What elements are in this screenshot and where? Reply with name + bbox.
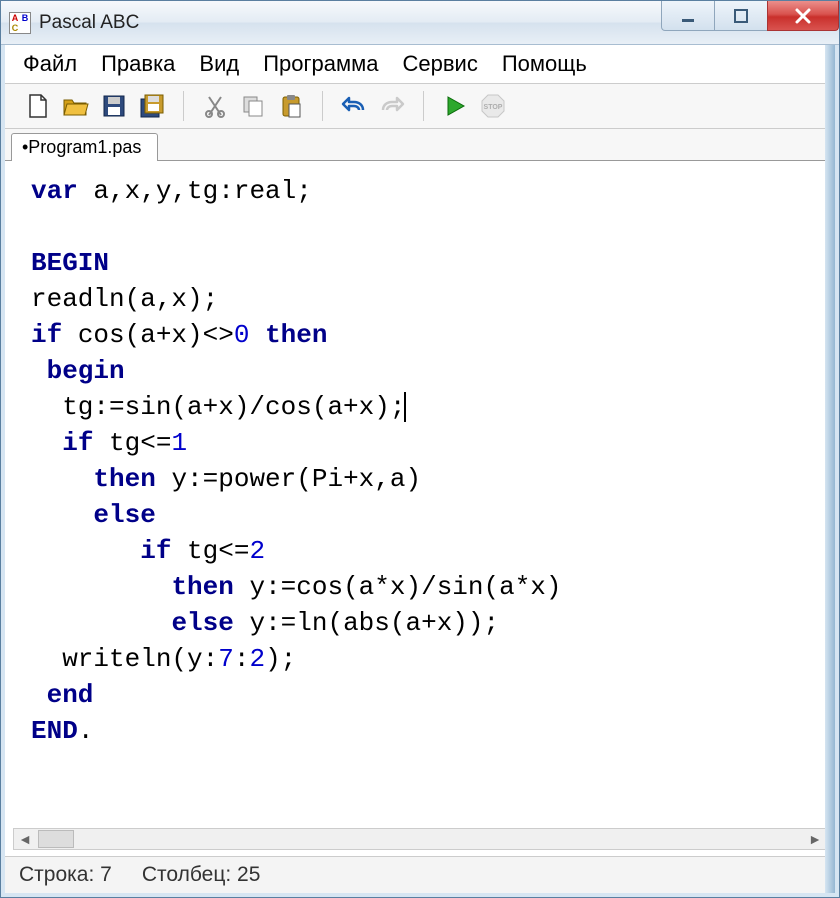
paste-icon xyxy=(279,94,303,118)
statusbar: Строка: 7 Столбец: 25 xyxy=(5,856,835,893)
menu-view[interactable]: Вид xyxy=(199,51,239,77)
code-text: cos(a+x)<> xyxy=(62,320,234,350)
undo-icon xyxy=(341,96,367,116)
code-keyword: END xyxy=(31,716,78,746)
scroll-left-icon[interactable]: ◄ xyxy=(14,829,36,849)
text-cursor xyxy=(404,392,406,422)
toolbar-separator xyxy=(183,91,184,121)
horizontal-scrollbar[interactable]: ◄ ► xyxy=(13,828,827,850)
window-border-right xyxy=(825,45,835,893)
code-text: y:=cos(a*x)/sin(a*x) xyxy=(234,572,562,602)
svg-text:STOP: STOP xyxy=(484,104,503,111)
run-icon xyxy=(444,94,466,118)
close-icon xyxy=(794,7,812,25)
redo-icon xyxy=(379,96,405,116)
code-text: ); xyxy=(265,644,296,674)
code-number: 2 xyxy=(249,644,265,674)
tab-program1[interactable]: •Program1.pas xyxy=(11,133,158,161)
code-text xyxy=(31,464,93,494)
code-text: . xyxy=(78,716,94,746)
window-controls xyxy=(662,1,839,33)
editor-area: var a,x,y,tg:real; BEGIN readln(a,x); if… xyxy=(5,161,835,856)
toolbar-separator xyxy=(423,91,424,121)
code-number: 7 xyxy=(218,644,234,674)
copy-button[interactable] xyxy=(236,89,270,123)
open-button[interactable] xyxy=(59,89,93,123)
code-keyword: else xyxy=(93,500,155,530)
save-icon xyxy=(102,94,126,118)
code-text xyxy=(31,428,62,458)
cut-icon xyxy=(203,94,227,118)
code-text xyxy=(31,500,93,530)
menu-edit[interactable]: Правка xyxy=(101,51,175,77)
save-all-icon xyxy=(139,93,165,119)
code-keyword: if xyxy=(31,320,62,350)
code-text: tg<= xyxy=(171,536,249,566)
code-keyword: BEGIN xyxy=(31,248,109,278)
toolbar: STOP xyxy=(5,84,835,129)
code-text: readln(a,x); xyxy=(31,284,218,314)
client-area: Файл Правка Вид Программа Сервис Помощь xyxy=(1,45,839,897)
code-number: 1 xyxy=(171,428,187,458)
status-col-label: Столбец: xyxy=(142,863,231,887)
maximize-icon xyxy=(733,8,749,24)
save-all-button[interactable] xyxy=(135,89,169,123)
save-button[interactable] xyxy=(97,89,131,123)
code-number: 0 xyxy=(234,320,250,350)
code-text xyxy=(31,608,171,638)
status-row-label: Строка: xyxy=(19,863,94,887)
stop-button[interactable]: STOP xyxy=(476,89,510,123)
scrollbar-thumb[interactable] xyxy=(38,830,74,848)
code-keyword: else xyxy=(171,608,233,638)
code-keyword: then xyxy=(93,464,155,494)
code-keyword: then xyxy=(171,572,233,602)
undo-button[interactable] xyxy=(337,89,371,123)
stop-icon: STOP xyxy=(480,93,506,119)
menubar: Файл Правка Вид Программа Сервис Помощь xyxy=(5,45,835,84)
code-keyword: if xyxy=(140,536,171,566)
menu-file[interactable]: Файл xyxy=(23,51,77,77)
new-file-icon xyxy=(26,93,50,119)
app-icon: ABC xyxy=(9,12,31,34)
code-keyword: end xyxy=(31,680,93,710)
menu-program[interactable]: Программа xyxy=(263,51,378,77)
close-button[interactable] xyxy=(767,1,839,31)
code-keyword: var xyxy=(31,176,78,206)
code-text: : xyxy=(234,644,250,674)
code-keyword: then xyxy=(265,320,327,350)
menu-help[interactable]: Помощь xyxy=(502,51,587,77)
minimize-button[interactable] xyxy=(661,1,715,31)
code-text: tg:=sin(a+x)/cos(a+x); xyxy=(31,392,405,422)
menu-service[interactable]: Сервис xyxy=(403,51,478,77)
scroll-right-icon[interactable]: ► xyxy=(804,829,826,849)
paste-button[interactable] xyxy=(274,89,308,123)
code-keyword: if xyxy=(62,428,93,458)
code-text xyxy=(31,536,140,566)
open-folder-icon xyxy=(62,94,90,118)
toolbar-separator xyxy=(322,91,323,121)
run-button[interactable] xyxy=(438,89,472,123)
code-text: y:=ln(abs(a+x)); xyxy=(234,608,499,638)
window-title: Pascal ABC xyxy=(39,12,139,34)
code-number: 2 xyxy=(249,536,265,566)
minimize-icon xyxy=(680,8,696,24)
code-text: a,x,y,tg:real; xyxy=(78,176,312,206)
titlebar[interactable]: ABC Pascal ABC xyxy=(1,1,839,45)
redo-button[interactable] xyxy=(375,89,409,123)
application-window: ABC Pascal ABC Файл Правка Вид Программа… xyxy=(0,0,840,898)
code-text xyxy=(31,572,171,602)
code-keyword: begin xyxy=(31,356,125,386)
code-text: y:=power(Pi+x,a) xyxy=(156,464,421,494)
code-text: writeln(y: xyxy=(31,644,218,674)
status-row-value: 7 xyxy=(100,863,112,887)
tab-bar: •Program1.pas xyxy=(5,129,835,161)
code-editor[interactable]: var a,x,y,tg:real; BEGIN readln(a,x); if… xyxy=(13,169,827,848)
cut-button[interactable] xyxy=(198,89,232,123)
copy-icon xyxy=(241,94,265,118)
maximize-button[interactable] xyxy=(714,1,768,31)
status-col-value: 25 xyxy=(237,863,260,887)
code-text: tg<= xyxy=(93,428,171,458)
code-text xyxy=(249,320,265,350)
new-file-button[interactable] xyxy=(21,89,55,123)
